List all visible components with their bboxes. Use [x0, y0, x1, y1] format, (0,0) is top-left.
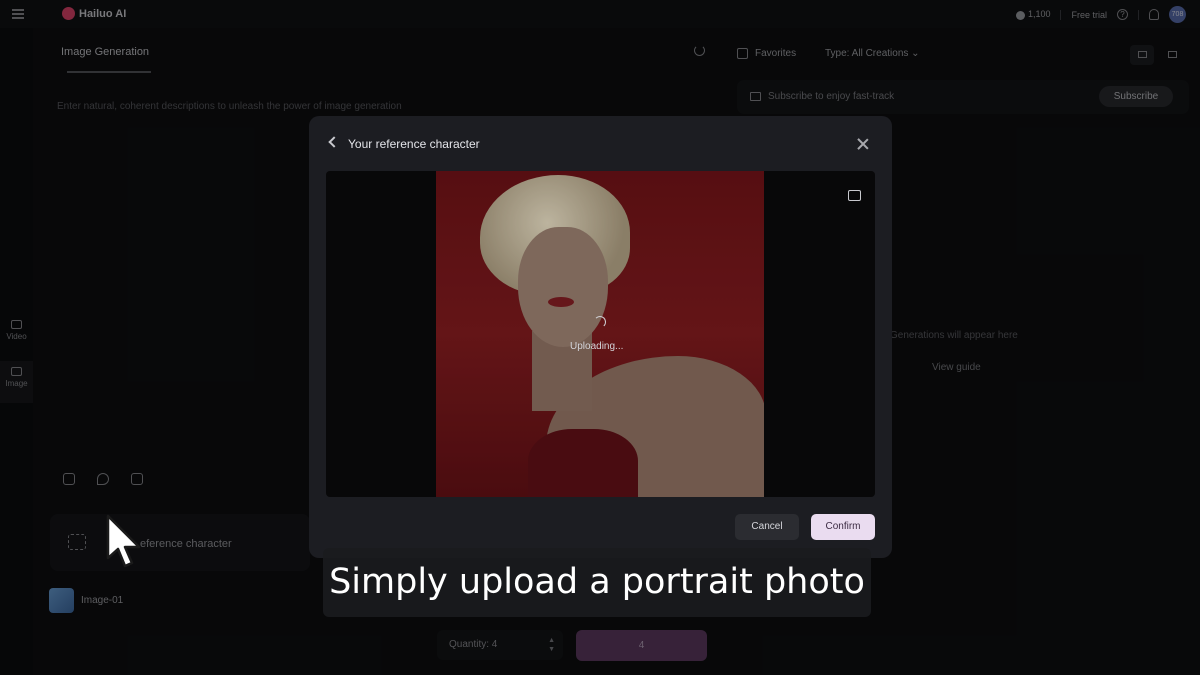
- app-root: Hailuo AI 1,100 Free trial ? 708 Video I…: [0, 0, 1200, 675]
- back-arrow-icon[interactable]: [328, 136, 340, 148]
- image-preview: Uploading...: [326, 171, 875, 497]
- loading-spinner-icon: [594, 316, 606, 328]
- close-icon[interactable]: [856, 137, 870, 151]
- modal-title: Your reference character: [348, 137, 480, 151]
- replace-image-icon[interactable]: [848, 190, 861, 201]
- video-caption: Simply upload a portrait photo: [323, 548, 871, 617]
- upload-status: Uploading...: [570, 341, 624, 352]
- mouse-pointer-icon: [106, 514, 141, 568]
- confirm-button[interactable]: Confirm: [811, 514, 875, 540]
- reference-character-modal: Your reference character Uploading... Ca…: [309, 116, 892, 558]
- cancel-button[interactable]: Cancel: [735, 514, 799, 540]
- upload-dim-layer: [326, 171, 875, 497]
